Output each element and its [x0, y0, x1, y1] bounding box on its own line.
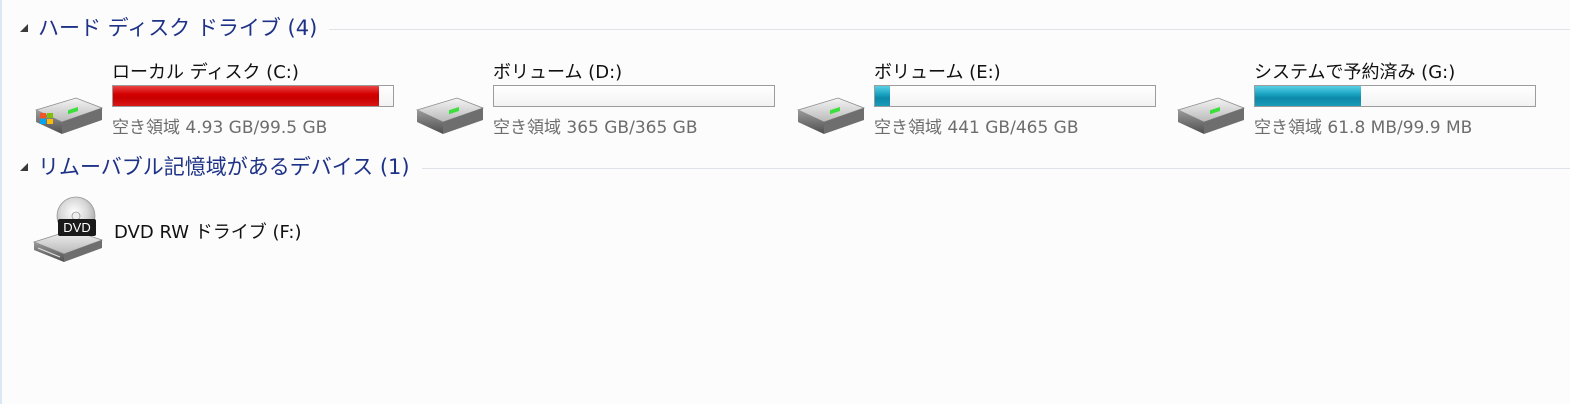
drive-d[interactable]: ボリューム (D:) 空き領域 365 GB/365 GB	[413, 58, 783, 138]
drive-free-space: 空き領域 365 GB/365 GB	[493, 118, 698, 138]
drive-free-space: 空き領域 441 GB/465 GB	[874, 118, 1079, 138]
hard-disk-group-header[interactable]: ハード ディスク ドライブ (4)	[18, 12, 1570, 42]
hard-drive-icon	[413, 80, 487, 136]
removable-group-header[interactable]: リムーバブル記憶域があるデバイス (1)	[18, 151, 1570, 181]
dvd-drive-icon: DVD	[32, 196, 106, 264]
dvd-drive-f[interactable]: DVD DVD RW ドライブ (F:)	[32, 196, 432, 268]
dvd-label: DVD	[63, 220, 90, 235]
drive-usage-bar	[1254, 85, 1536, 107]
drive-name: システムで予約済み (G:)	[1254, 62, 1456, 83]
drive-free-space: 空き領域 4.93 GB/99.5 GB	[112, 118, 328, 138]
hard-disk-group-title: ハード ディスク ドライブ (4)	[38, 16, 318, 40]
system-drive-icon	[32, 80, 106, 136]
collapse-triangle-icon[interactable]	[18, 22, 28, 32]
drive-c[interactable]: ローカル ディスク (C:) 空き領域 4.93 GB/99.5 GB	[32, 58, 402, 138]
group-divider	[329, 28, 1570, 30]
dvd-drive-name: DVD RW ドライブ (F:)	[114, 222, 302, 243]
drive-free-space: 空き領域 61.8 MB/99.9 MB	[1254, 118, 1473, 138]
drive-usage-bar	[493, 85, 775, 107]
removable-group-title: リムーバブル記憶域があるデバイス (1)	[38, 155, 410, 179]
drive-e[interactable]: ボリューム (E:) 空き領域 441 GB/465 GB	[794, 58, 1164, 138]
drive-usage-bar	[874, 85, 1156, 107]
drive-g[interactable]: システムで予約済み (G:) 空き領域 61.8 MB/99.9 MB	[1174, 58, 1544, 138]
drive-usage-fill	[875, 86, 890, 106]
hard-drive-icon	[1174, 80, 1248, 136]
collapse-triangle-icon[interactable]	[18, 161, 28, 171]
drive-name: ローカル ディスク (C:)	[112, 62, 299, 83]
drive-name: ボリューム (E:)	[874, 62, 1001, 83]
drive-usage-fill	[113, 86, 379, 106]
computer-window: ハード ディスク ドライブ (4) ローカル ディスク (C:) 空き領域 4.…	[0, 0, 1570, 404]
drive-usage-fill	[1255, 86, 1362, 106]
hard-drive-icon	[794, 80, 868, 136]
drive-name: ボリューム (D:)	[493, 62, 623, 83]
group-divider	[421, 167, 1570, 169]
drive-usage-bar	[112, 85, 394, 107]
